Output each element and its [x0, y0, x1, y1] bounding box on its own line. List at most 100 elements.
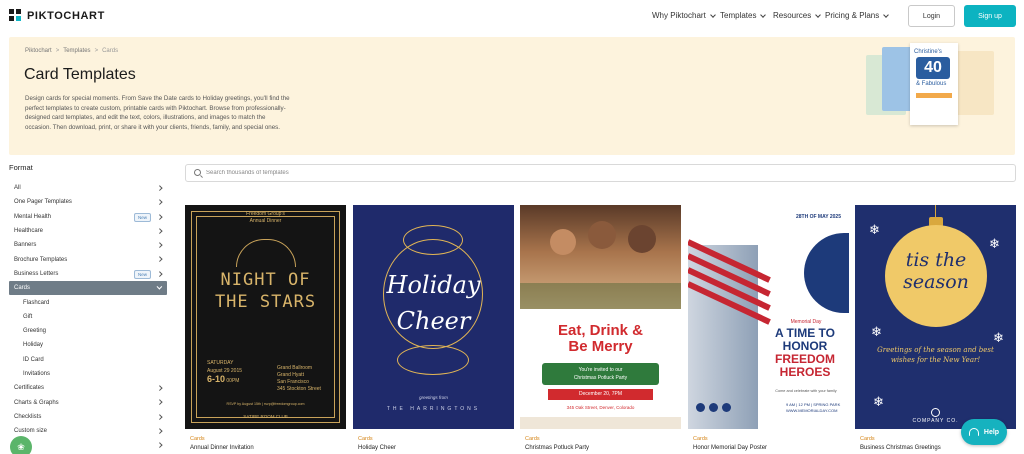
template-card[interactable]: tis the season ❄ ❄ ❄ ❄ ❄ Greetings of th… — [855, 205, 1016, 454]
new-badge: New — [133, 269, 151, 279]
sidebar-item-custom-size[interactable]: Custom size — [9, 424, 167, 438]
search-input[interactable] — [206, 167, 986, 179]
chevron-right-icon — [156, 385, 162, 391]
facebook-icon — [696, 403, 705, 412]
piktochart-logo[interactable]: PIKTOCHART — [9, 9, 105, 22]
nav-label: Templates — [720, 11, 757, 20]
sidebar-item-label: Business Letters — [14, 270, 59, 277]
sidebar-item-business-letters[interactable]: Business Letters New — [9, 267, 167, 281]
thumbnail-text: & Fabulous — [916, 81, 947, 87]
card-category[interactable]: Cards — [525, 436, 540, 442]
sidebar-item-invitations[interactable]: Invitations — [9, 367, 167, 381]
preview-headline: tis the season — [885, 249, 987, 293]
breadcrumb-templates[interactable]: Templates — [63, 48, 90, 54]
login-button[interactable]: Login — [908, 5, 955, 27]
nav-pricing-plans[interactable]: Pricing & Plans — [825, 11, 890, 20]
top-navigation-bar: PIKTOCHART Why Piktochart Templates Reso… — [0, 0, 1024, 34]
preview-text: Holiday — [386, 271, 481, 299]
preview-text: HEROES — [779, 365, 831, 379]
nav-resources[interactable]: Resources — [773, 11, 822, 20]
snowflake-icon: ❄ — [869, 222, 880, 237]
nav-templates[interactable]: Templates — [720, 11, 767, 20]
card-title[interactable]: Holiday Cheer — [358, 445, 396, 451]
breadcrumb-piktochart[interactable]: Piktochart — [25, 48, 52, 54]
sidebar-item-holiday[interactable]: Holiday — [9, 338, 167, 352]
sidebar-item-cards[interactable]: Cards — [9, 281, 167, 296]
breadcrumb-separator: > — [55, 48, 60, 54]
person-shape — [628, 225, 656, 253]
preview-text: Freedom Group's Annual Dinner — [185, 211, 346, 225]
sidebar-item-brochure-templates[interactable]: Brochure Templates — [9, 252, 167, 266]
sidebar-item-gift[interactable]: Gift — [9, 310, 167, 324]
chevron-down-icon — [760, 11, 767, 18]
nav-label: Resources — [773, 11, 812, 20]
chevron-right-icon — [156, 256, 162, 262]
sidebar-item-certificates[interactable]: Certificates — [9, 381, 167, 395]
social-icons — [696, 403, 731, 412]
sidebar-item-ms[interactable]: ...ms — [9, 438, 167, 452]
sidebar-item-one-pager-templates[interactable]: One Pager Templates — [9, 195, 167, 209]
preview-text: 00PM — [226, 378, 240, 384]
sidebar-item-all[interactable]: All — [9, 181, 167, 195]
sidebar-item-greeting[interactable]: Greeting — [9, 324, 167, 338]
user-avatar[interactable]: ❀ — [10, 436, 32, 454]
card-category[interactable]: Cards — [358, 436, 373, 442]
template-preview[interactable]: Holiday Cheer greetings from THE HARRING… — [353, 205, 514, 429]
template-card[interactable]: Eat, Drink & Be Merry You're invited to … — [520, 205, 681, 454]
sidebar-item-id-card[interactable]: ID Card — [9, 353, 167, 367]
preview-headline: A TIME TO HONOR FREEDOM HEROES — [764, 327, 846, 379]
sidebar-item-mental-health[interactable]: Mental Health New — [9, 210, 167, 224]
leaf-icon: ❀ — [17, 441, 25, 452]
sidebar-item-label: Banners — [14, 242, 37, 249]
preview-text: Eat, Drink & — [557, 322, 644, 339]
sidebar-item-flashcard[interactable]: Flashcard — [9, 295, 167, 309]
person-shape — [550, 229, 576, 255]
help-button[interactable]: Help — [961, 419, 1007, 445]
card-title[interactable]: Business Christmas Greetings — [860, 445, 941, 451]
preview-headline: Holiday Cheer — [353, 267, 514, 339]
sidebar-item-banners[interactable]: Banners — [9, 238, 167, 252]
help-label: Help — [983, 428, 1000, 436]
logo-icon — [9, 9, 22, 22]
signup-button[interactable]: Sign up — [964, 5, 1016, 27]
template-card[interactable]: Holiday Cheer greetings from THE HARRING… — [353, 205, 514, 454]
template-thumbnail — [956, 51, 994, 115]
snowflake-icon: ❄ — [993, 330, 1004, 345]
preview-text: Greetings of the season and best wishes … — [877, 346, 994, 364]
preview-invite: You're invited to our Christmas Potluck … — [542, 363, 659, 385]
sidebar-item-charts-graphs[interactable]: Charts & Graphs — [9, 395, 167, 409]
template-preview[interactable]: Eat, Drink & Be Merry You're invited to … — [520, 205, 681, 429]
nav-why-piktochart[interactable]: Why Piktochart — [652, 11, 716, 20]
nav-label: Pricing & Plans — [825, 11, 880, 20]
sidebar-item-label: All — [14, 185, 21, 192]
card-title[interactable]: Christmas Potluck Party — [525, 445, 589, 451]
card-title[interactable]: Annual Dinner Invitation — [190, 445, 254, 451]
template-preview[interactable]: tis the season ❄ ❄ ❄ ❄ ❄ Greetings of th… — [855, 205, 1016, 429]
card-category[interactable]: Cards — [693, 436, 708, 442]
ornament-swirl — [403, 225, 463, 255]
breadcrumb-separator: > — [94, 48, 99, 54]
card-title[interactable]: Honor Memorial Day Poster — [693, 445, 767, 451]
company-logo-icon — [931, 408, 940, 417]
card-category[interactable]: Cards — [190, 436, 205, 442]
sidebar-item-checklists[interactable]: Checklists — [9, 410, 167, 424]
sidebar-item-label: Healthcare — [14, 228, 44, 235]
card-category[interactable]: Cards — [860, 436, 875, 442]
template-preview[interactable]: 28TH OF MAY 2025 Memorial Day A TIME TO … — [688, 205, 849, 429]
breadcrumb-cards: Cards — [102, 48, 119, 54]
sidebar-item-label: Certificates — [14, 385, 45, 392]
chevron-right-icon — [156, 428, 162, 434]
sidebar-item-healthcare[interactable]: Healthcare — [9, 224, 167, 238]
preview-venue: Grand Ballroom Grand Hyatt San Francisco… — [277, 365, 321, 392]
template-preview[interactable]: Freedom Group's Annual Dinner NIGHT OF T… — [185, 205, 346, 429]
template-card[interactable]: 28TH OF MAY 2025 Memorial Day A TIME TO … — [688, 205, 849, 454]
template-card[interactable]: Freedom Group's Annual Dinner NIGHT OF T… — [185, 205, 346, 454]
format-filter-heading: Format — [9, 163, 33, 172]
chevron-right-icon — [156, 228, 162, 234]
chevron-right-icon — [156, 271, 162, 277]
preview-text: season — [903, 271, 969, 293]
template-search-bar — [185, 164, 1016, 182]
chevron-down-icon — [709, 11, 716, 18]
format-filter-list: All One Pager Templates Mental Health New He… — [9, 181, 167, 453]
sidebar-item-label: Cards — [14, 285, 31, 292]
